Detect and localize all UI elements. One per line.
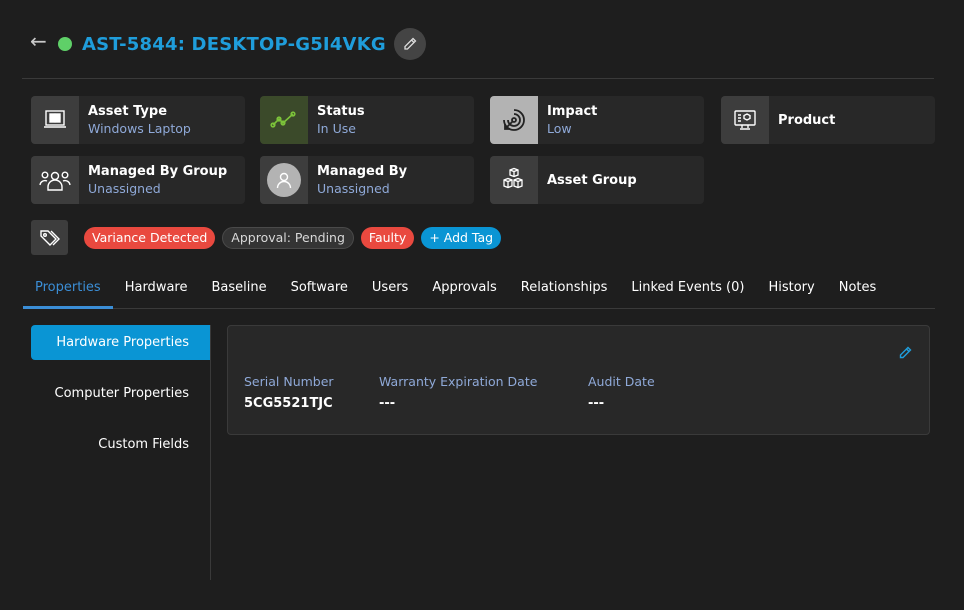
card-label: Managed By <box>317 164 408 179</box>
card-label: Asset Group <box>547 172 637 188</box>
tab-properties[interactable]: Properties <box>23 272 113 309</box>
asset-type-card[interactable]: Asset Type Windows Laptop <box>31 96 245 144</box>
tab-linked-events[interactable]: Linked Events (0) <box>619 272 756 309</box>
edit-title-button[interactable] <box>393 28 426 60</box>
edit-properties-button[interactable] <box>898 345 912 364</box>
status-card[interactable]: Status In Use <box>260 96 474 144</box>
page-header: ← AST-5844: DESKTOP-G5I4VKG <box>30 28 426 60</box>
field-value: 5CG5521TJC <box>244 396 333 411</box>
hardware-properties-panel: Serial Number 5CG5521TJC Warranty Expira… <box>227 325 930 435</box>
tab-hardware[interactable]: Hardware <box>113 272 200 309</box>
subnav-hardware-properties[interactable]: Hardware Properties <box>31 325 211 360</box>
properties-subnav: Hardware Properties Computer Properties … <box>31 325 211 478</box>
tag-approval-pending[interactable]: Approval: Pending <box>222 226 354 249</box>
tab-history[interactable]: History <box>756 272 826 309</box>
field-label: Serial Number <box>244 374 334 389</box>
users-group-icon <box>39 171 71 191</box>
trend-line-icon <box>270 111 296 128</box>
tab-users[interactable]: Users <box>360 272 420 309</box>
header-divider <box>22 78 934 79</box>
card-label: Status <box>317 104 365 119</box>
tab-baseline[interactable]: Baseline <box>199 272 278 309</box>
impact-card[interactable]: Impact Low <box>490 96 704 144</box>
field-value: --- <box>379 396 396 411</box>
field-label: Warranty Expiration Date <box>379 374 538 389</box>
card-label: Asset Type <box>88 104 168 119</box>
card-label: Managed By Group <box>88 164 228 179</box>
add-tag-button[interactable]: + Add Tag <box>421 226 502 249</box>
warranty-expiration-field: Warranty Expiration Date --- <box>379 374 537 412</box>
tab-approvals[interactable]: Approvals <box>420 272 508 309</box>
tab-bar: Properties Hardware Baseline Software Us… <box>23 272 935 309</box>
card-value: In Use <box>317 121 356 136</box>
tab-relationships[interactable]: Relationships <box>509 272 620 309</box>
serial-number-field: Serial Number 5CG5521TJC <box>244 374 334 412</box>
page-title: AST-5844: DESKTOP-G5I4VKG <box>82 33 386 55</box>
asset-group-card[interactable]: Asset Group <box>490 156 704 204</box>
status-dot <box>58 37 72 51</box>
tag-variance-detected[interactable]: Variance Detected <box>84 226 216 249</box>
pencil-icon <box>404 37 417 50</box>
subnav-custom-fields[interactable]: Custom Fields <box>31 427 211 462</box>
windows-laptop-icon <box>44 110 66 128</box>
field-value: --- <box>588 396 605 411</box>
tags-icon <box>39 229 60 246</box>
card-label: Impact <box>547 104 598 119</box>
target-icon <box>503 109 525 131</box>
monitor-product-icon <box>734 110 756 130</box>
audit-date-field: Audit Date --- <box>588 374 655 412</box>
subnav-divider <box>210 325 211 580</box>
card-value: Unassigned <box>88 181 161 196</box>
managed-by-card[interactable]: Managed By Unassigned <box>260 156 474 204</box>
subnav-computer-properties[interactable]: Computer Properties <box>31 376 211 411</box>
tab-software[interactable]: Software <box>279 272 360 309</box>
card-value: Unassigned <box>317 181 390 196</box>
field-label: Audit Date <box>588 374 655 389</box>
tags-row: Variance Detected Approval: Pending Faul… <box>31 220 508 255</box>
tab-notes[interactable]: Notes <box>827 272 889 309</box>
boxes-icon <box>503 167 523 189</box>
tags-button[interactable] <box>31 220 68 255</box>
pencil-icon <box>899 346 912 359</box>
card-value: Low <box>547 121 572 136</box>
card-label: Product <box>778 112 836 128</box>
user-avatar-icon <box>267 163 301 197</box>
managed-by-group-card[interactable]: Managed By Group Unassigned <box>31 156 245 204</box>
back-arrow-icon[interactable]: ← <box>30 31 52 51</box>
card-value: Windows Laptop <box>88 121 191 136</box>
product-card[interactable]: Product <box>721 96 935 144</box>
tag-faulty[interactable]: Faulty <box>360 226 415 249</box>
